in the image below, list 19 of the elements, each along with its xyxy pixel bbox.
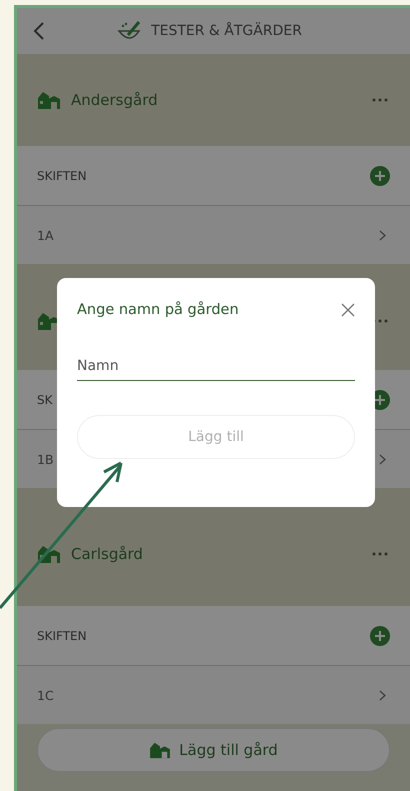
close-icon[interactable] bbox=[341, 303, 355, 317]
section-label: SKIFTEN bbox=[37, 168, 87, 182]
add-farm-button[interactable]: Lägg till gård bbox=[37, 728, 390, 772]
section-label: SKIFTEN bbox=[37, 628, 87, 642]
chevron-right-icon bbox=[379, 690, 386, 700]
farm-name: Carlsgård bbox=[71, 545, 143, 563]
barn-icon bbox=[37, 544, 61, 564]
barn-icon bbox=[149, 741, 172, 759]
farm-row[interactable]: Andersgård bbox=[17, 54, 410, 146]
dialog-title: Ange namn på gården bbox=[77, 302, 239, 318]
field-row[interactable]: 1A bbox=[17, 206, 410, 264]
barn-icon bbox=[37, 90, 61, 110]
farm-name: Andersgård bbox=[71, 91, 158, 109]
back-icon[interactable] bbox=[33, 22, 45, 40]
header-title: TESTER & ÅTGÄRDER bbox=[151, 23, 302, 39]
field-row[interactable]: 1C bbox=[17, 666, 410, 724]
chevron-right-icon bbox=[379, 454, 386, 464]
chevron-right-icon bbox=[379, 230, 386, 240]
section-label: SK bbox=[37, 392, 52, 406]
